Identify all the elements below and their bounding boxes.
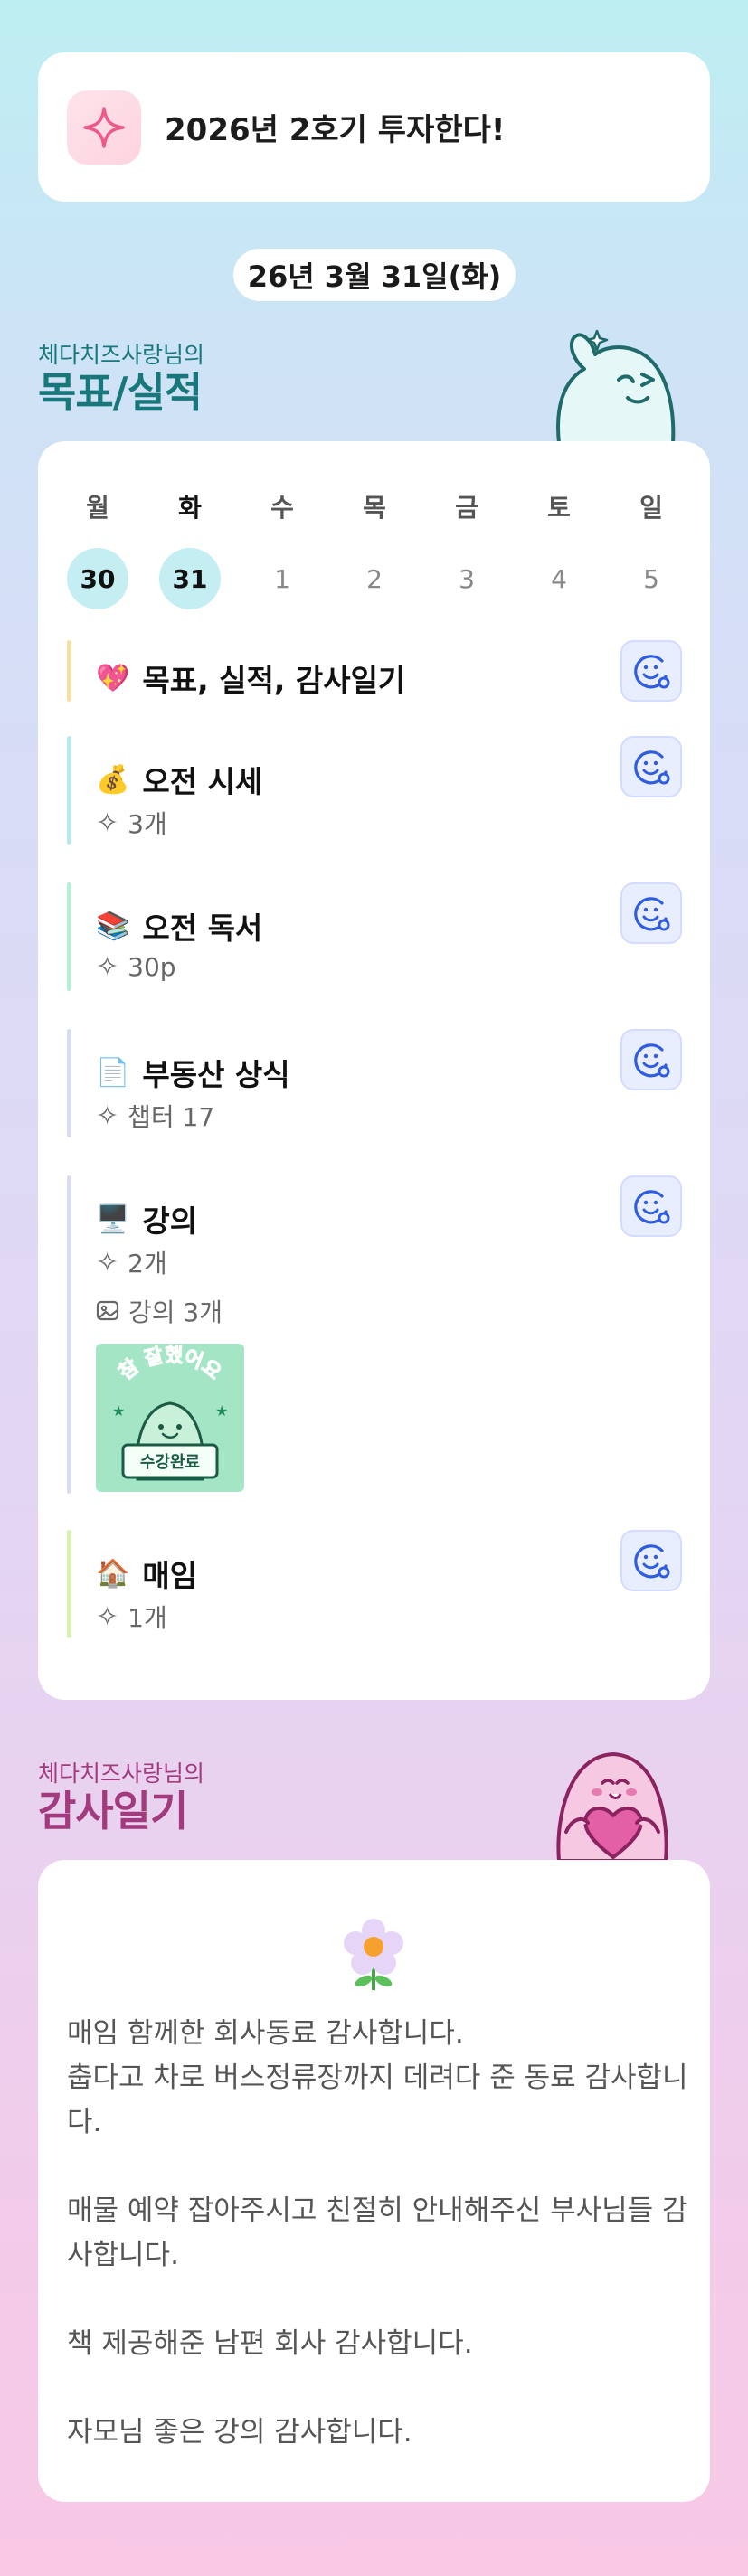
week-calendar: 월 30 화 31 수1 목2 금3 토4 일5	[38, 488, 710, 609]
smiley-face-button[interactable]	[620, 640, 682, 702]
gratitude-entry: 매임 함께한 회사동료 감사합니다.	[67, 2017, 464, 2050]
house-icon: 🏠	[96, 1557, 130, 1590]
books-icon: 📚	[96, 910, 130, 942]
smiley-face-button[interactable]	[620, 1029, 682, 1090]
sparkle-icon	[67, 90, 141, 165]
task-name: 목표, 실적, 감사일기	[142, 663, 406, 698]
task-name: 강의	[142, 1203, 198, 1239]
day-sun[interactable]: 일5	[620, 488, 683, 609]
svg-text:★: ★	[215, 1402, 228, 1420]
task-name: 매임	[142, 1558, 198, 1593]
task-color-bar	[67, 736, 71, 845]
svg-text:참 잘했어요: 참 잘했어요	[115, 1345, 225, 1385]
gratitude-entry: 자모님 좋은 강의 감사합니다.	[67, 2416, 412, 2449]
computer-icon: 🖥️	[96, 1203, 130, 1235]
task-meta: 3개	[128, 809, 167, 839]
task-item[interactable]: 🏠 매임 ✧ 1개	[67, 1530, 682, 1638]
task-color-bar	[67, 882, 71, 991]
smiley-face-button[interactable]	[620, 1175, 682, 1237]
task-meta: 30p	[128, 952, 176, 982]
task-meta: 강의 3개	[128, 1297, 223, 1327]
task-name: 오전 시세	[142, 764, 263, 799]
gratitude-entry: 춥다고 차로 버스정류장까지 데려다 준 동료 감사합니다.	[67, 2062, 688, 2138]
task-name: 오전 독서	[142, 911, 263, 946]
goals-card: 월 30 화 31 수1 목2 금3 토4 일5 💖 목표, 실적, 감사일기 💰 오전…	[38, 441, 710, 1700]
goal-banner[interactable]: 2026년 2호기 투자한다!	[38, 52, 710, 202]
sparkle-icon: ✧	[96, 1099, 119, 1132]
date-label[interactable]: 26년 3월 31일(화)	[233, 249, 516, 301]
task-meta: 1개	[128, 1603, 167, 1633]
day-fri[interactable]: 금3	[435, 488, 498, 609]
smiley-face-button[interactable]	[620, 736, 682, 797]
sparkle-icon: ✧	[96, 951, 119, 983]
day-mon[interactable]: 월 30	[66, 488, 129, 609]
gratitude-entry: 책 제공해준 남편 회사 감사합니다.	[67, 2327, 473, 2360]
day-wed[interactable]: 수1	[251, 488, 314, 609]
gratitude-title: 감사일기	[38, 1787, 188, 1835]
heart-icon: 💖	[96, 662, 130, 694]
gratitude-entry: 매물 예약 잡아주시고 친절히 안내해주신 부사님들 감사합니다.	[67, 2194, 688, 2271]
task-color-bar	[67, 1530, 71, 1638]
gratitude-entries: 매임 함께한 회사동료 감사합니다. 춥다고 차로 버스정류장까지 데려다 준 …	[67, 2012, 691, 2455]
task-item[interactable]: 📚 오전 독서 ✧ 30p	[67, 882, 682, 991]
task-color-bar	[67, 1029, 71, 1137]
day-tue[interactable]: 화 31	[158, 488, 222, 609]
day-sat[interactable]: 토4	[527, 488, 591, 609]
task-color-bar	[67, 640, 71, 702]
mascot-illustration	[556, 329, 676, 445]
task-item[interactable]: 📄 부동산 상식 ✧ 챕터 17	[67, 1029, 682, 1137]
goal-text: 2026년 2호기 투자한다!	[165, 112, 506, 148]
smiley-face-button[interactable]	[620, 1530, 682, 1591]
svg-text:★: ★	[112, 1402, 125, 1420]
sparkle-icon: ✧	[96, 1600, 119, 1633]
completion-sticker: 참 잘했어요 ★ ★ 수강완료	[96, 1344, 244, 1492]
task-item[interactable]: 🖥️ 강의 ✧ 2개 강의 3개 참 잘했어요 ★ ★ 수강완료	[67, 1175, 682, 1494]
gratitude-card: 매임 함께한 회사동료 감사합니다. 춥다고 차로 버스정류장까지 데려다 준 …	[38, 1860, 710, 2502]
svg-text:수강완료: 수강완료	[140, 1453, 200, 1472]
task-meta: 챕터 17	[128, 1102, 215, 1132]
task-item[interactable]: 💰 오전 시세 ✧ 3개	[67, 736, 682, 845]
sparkle-icon: ✧	[96, 807, 119, 839]
goals-title: 목표/실적	[38, 368, 203, 417]
mascot-heart-illustration	[556, 1751, 668, 1863]
image-icon	[96, 1299, 119, 1323]
money-bag-icon: 💰	[96, 763, 130, 796]
task-meta: 2개	[128, 1249, 167, 1279]
day-thu[interactable]: 목2	[343, 488, 406, 609]
task-item[interactable]: 💖 목표, 실적, 감사일기	[67, 640, 682, 702]
sparkle-icon: ✧	[96, 1246, 119, 1279]
task-color-bar	[67, 1175, 71, 1494]
task-name: 부동산 상식	[142, 1057, 290, 1092]
smiley-face-button[interactable]	[620, 882, 682, 944]
flower-icon	[344, 1919, 403, 1990]
document-icon: 📄	[96, 1056, 130, 1089]
